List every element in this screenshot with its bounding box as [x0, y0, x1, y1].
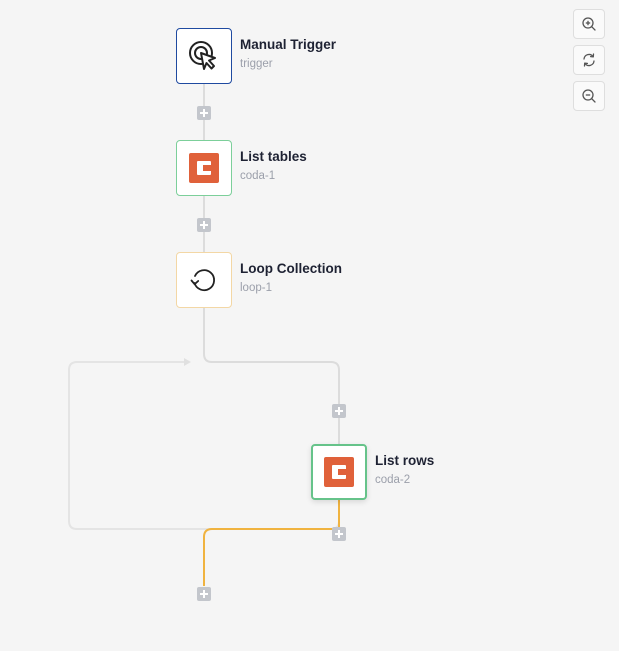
node-list-rows[interactable] — [311, 444, 367, 500]
edge-active-exit — [203, 500, 340, 586]
node-title: Loop Collection — [240, 261, 342, 276]
cursor-click-icon — [189, 41, 216, 70]
add-step-button-2[interactable] — [197, 218, 211, 232]
node-label-manual-trigger: Manual Trigger trigger — [240, 37, 336, 71]
zoom-out-button[interactable] — [573, 81, 605, 111]
loop-icon — [190, 269, 215, 292]
node-label-loop-collection: Loop Collection loop-1 — [240, 261, 342, 295]
node-label-list-rows: List rows coda-2 — [375, 453, 434, 487]
node-subtitle: trigger — [240, 58, 273, 70]
reset-view-button[interactable] — [573, 45, 605, 75]
edge-loop-to-list-rows — [203, 308, 340, 444]
zoom-in-icon — [582, 17, 596, 31]
node-label-list-tables: List tables coda-1 — [240, 149, 307, 183]
node-manual-trigger[interactable] — [176, 28, 232, 84]
node-title: Manual Trigger — [240, 37, 337, 52]
add-step-button-1[interactable] — [197, 106, 211, 120]
node-list-tables[interactable] — [176, 140, 232, 196]
zoom-in-button[interactable] — [573, 9, 605, 39]
node-subtitle: loop-1 — [240, 282, 272, 294]
coda-logo-icon — [189, 153, 219, 183]
coda-logo-icon — [324, 457, 354, 487]
node-loop-collection[interactable] — [176, 252, 232, 308]
node-title: List tables — [240, 149, 307, 164]
edge-loop-back — [68, 361, 340, 530]
loop-back-arrow-icon — [184, 358, 191, 366]
add-step-button-after-list-rows[interactable] — [332, 527, 346, 541]
workflow-canvas[interactable]: Manual Trigger trigger List tables coda-… — [0, 0, 619, 651]
node-subtitle: coda-1 — [240, 170, 276, 182]
zoom-out-icon — [582, 89, 596, 103]
node-subtitle: coda-2 — [375, 474, 411, 486]
node-title: List rows — [375, 453, 435, 468]
add-step-button-after-loop[interactable] — [197, 587, 211, 601]
workflow-edges — [68, 84, 340, 586]
refresh-icon — [583, 53, 595, 67]
add-step-button-in-loop[interactable] — [332, 404, 346, 418]
